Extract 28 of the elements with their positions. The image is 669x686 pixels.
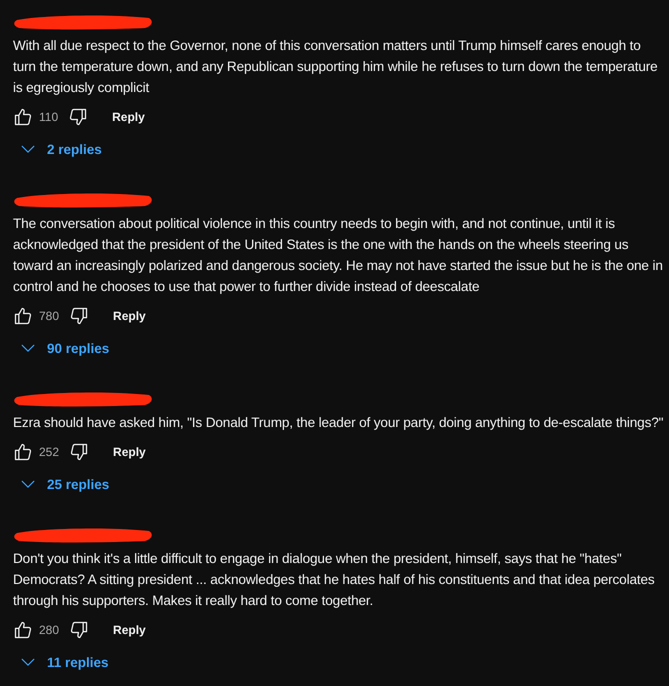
thumbs-down-icon[interactable] [69,306,90,326]
thumbs-down-icon[interactable] [69,442,90,462]
like-count: 252 [39,445,60,459]
reply-button[interactable]: Reply [101,303,158,329]
chevron-down-icon [21,480,35,489]
chevron-down-icon [21,658,35,667]
thumbs-up-icon[interactable] [13,107,33,127]
reply-button[interactable]: Reply [101,439,158,465]
view-replies-button[interactable]: 25 replies [13,468,118,501]
thumbs-down-icon[interactable] [68,107,88,127]
view-replies-button[interactable]: 90 replies [13,332,118,365]
chevron-down-icon [21,145,35,154]
view-replies-button[interactable]: 11 replies [13,646,117,679]
comment-text: The conversation about political violence in this country needs to begin with, and not continue, until it is acknowledged that the president of the United States is the one with the hands on the wheels steering us toward an increasingly polarized and dangerous society. He may not have started the issue but he is the one in control and he chooses to use that power to further divide instead of deescalate [13,215,664,296]
comment-text: With all due respect to the Governor, none of this conversation matters until Trump himself cares enough to turn the temperature down, and any Republican supporting him while he refuses to turn down the temperature is egregiously complicit [13,37,659,97]
thumbs-up-icon[interactable] [13,306,33,326]
view-replies-button[interactable]: 2 replies [13,133,110,166]
thumbs-up-icon[interactable] [13,620,33,640]
like-count: 110 [39,110,58,124]
reply-button[interactable]: Reply [101,617,158,643]
comment-text: Don't you think it's a little difficult to engage in dialogue when the president, himself, says that he "hates" Democrats? A sitting president ... acknowledges that he hates half of his constituents and that idea percolates through his supporters. Makes it really hard to come together. [13,550,656,610]
like-count: 780 [39,309,60,323]
thumbs-up-icon[interactable] [13,442,33,462]
reply-button[interactable]: Reply [100,104,157,130]
chevron-down-icon [21,344,35,353]
comment-text: Ezra should have asked him, "Is Donald Trump, the leader of your party, doing anything to de-escalate things?" [13,414,664,432]
thumbs-down-icon[interactable] [69,620,90,640]
like-count: 280 [39,623,60,637]
